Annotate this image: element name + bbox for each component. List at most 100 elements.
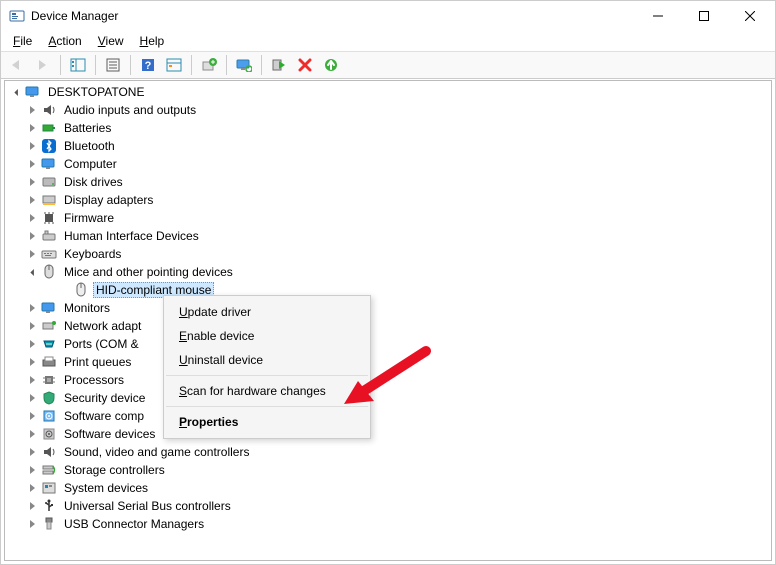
tree-category[interactable]: Human Interface Devices xyxy=(5,227,771,245)
tree-category-label: Audio inputs and outputs xyxy=(61,102,199,118)
chevron-down-icon[interactable] xyxy=(9,85,23,99)
tree-category[interactable]: Print queues xyxy=(5,353,771,371)
tree-root[interactable]: DESKTOPATONE xyxy=(5,83,771,101)
enable-device-button[interactable] xyxy=(267,54,291,76)
device-category-icon xyxy=(41,390,57,406)
toolbar-separator xyxy=(95,55,96,75)
tree-category[interactable]: Display adapters xyxy=(5,191,771,209)
scan-hardware-button[interactable] xyxy=(319,54,343,76)
tree-category-label: USB Connector Managers xyxy=(61,516,207,532)
tree-category[interactable]: Processors xyxy=(5,371,771,389)
tree-category[interactable]: Storage controllers xyxy=(5,461,771,479)
update-driver-button[interactable] xyxy=(197,54,221,76)
close-button[interactable] xyxy=(727,1,773,31)
tree-category[interactable]: Bluetooth xyxy=(5,137,771,155)
chevron-right-icon[interactable] xyxy=(25,409,39,423)
menu-help[interactable]: Help xyxy=(132,32,173,50)
svg-text:?: ? xyxy=(145,60,152,72)
help-button[interactable]: ? xyxy=(136,54,160,76)
tree-category[interactable]: Sound, video and game controllers xyxy=(5,443,771,461)
tree-category[interactable]: Computer xyxy=(5,155,771,173)
device-category-icon xyxy=(41,354,57,370)
tree-root-label: DESKTOPATONE xyxy=(45,84,147,100)
tree-category[interactable]: Ports (COM & xyxy=(5,335,771,353)
chevron-down-icon[interactable] xyxy=(25,265,39,279)
menu-view[interactable]: View xyxy=(90,32,132,50)
device-category-icon xyxy=(41,444,57,460)
tree-category[interactable]: Monitors xyxy=(5,299,771,317)
tree-category[interactable]: Network adapt xyxy=(5,317,771,335)
chevron-right-icon[interactable] xyxy=(25,157,39,171)
tree-category[interactable]: Mice and other pointing devices xyxy=(5,263,771,281)
tree-category[interactable]: USB Connector Managers xyxy=(5,515,771,533)
tree-category[interactable]: Batteries xyxy=(5,119,771,137)
chevron-right-icon[interactable] xyxy=(25,337,39,351)
ctx-scan-hardware[interactable]: Scan for hardware changes xyxy=(165,379,369,403)
chevron-right-icon[interactable] xyxy=(25,445,39,459)
maximize-button[interactable] xyxy=(681,1,727,31)
chevron-right-icon[interactable] xyxy=(25,193,39,207)
chevron-right-icon[interactable] xyxy=(25,319,39,333)
tree-category[interactable]: Software devices xyxy=(5,425,771,443)
chevron-right-icon[interactable] xyxy=(25,373,39,387)
device-category-icon xyxy=(41,300,57,316)
ctx-enable-device[interactable]: Enable device xyxy=(165,324,369,348)
scan-remote-button[interactable] xyxy=(232,54,256,76)
tree-category[interactable]: Firmware xyxy=(5,209,771,227)
tree-category[interactable]: Keyboards xyxy=(5,245,771,263)
forward-button xyxy=(31,54,55,76)
menu-file[interactable]: File xyxy=(5,32,40,50)
tree-category-label: Disk drives xyxy=(61,174,126,190)
chevron-right-icon[interactable] xyxy=(25,427,39,441)
device-category-icon xyxy=(41,372,57,388)
show-hide-tree-button[interactable] xyxy=(66,54,90,76)
device-category-icon xyxy=(41,102,57,118)
device-tree[interactable]: DESKTOPATONE Audio inputs and outputs Bat… xyxy=(5,83,771,533)
tree-category-label: Batteries xyxy=(61,120,114,136)
tree-category[interactable]: Disk drives xyxy=(5,173,771,191)
tree-category[interactable]: Security device xyxy=(5,389,771,407)
chevron-right-icon[interactable] xyxy=(25,463,39,477)
tree-category-label: Ports (COM & xyxy=(61,336,142,352)
tree-category[interactable]: Universal Serial Bus controllers xyxy=(5,497,771,515)
tree-category[interactable]: Software comp xyxy=(5,407,771,425)
device-category-icon xyxy=(41,426,57,442)
chevron-right-icon[interactable] xyxy=(25,517,39,531)
tree-category[interactable]: System devices xyxy=(5,479,771,497)
tree-category-label: Print queues xyxy=(61,354,134,370)
chevron-right-icon[interactable] xyxy=(25,139,39,153)
tree-category[interactable]: Audio inputs and outputs xyxy=(5,101,771,119)
tree-category-label: Processors xyxy=(61,372,127,388)
chevron-right-icon[interactable] xyxy=(25,229,39,243)
menu-action[interactable]: Action xyxy=(40,32,89,50)
chevron-right-icon[interactable] xyxy=(25,391,39,405)
action-pane-button[interactable] xyxy=(162,54,186,76)
tree-category-label: Storage controllers xyxy=(61,462,168,478)
back-button xyxy=(5,54,29,76)
chevron-right-icon[interactable] xyxy=(25,121,39,135)
device-category-icon xyxy=(41,462,57,478)
chevron-right-icon[interactable] xyxy=(25,481,39,495)
minimize-button[interactable] xyxy=(635,1,681,31)
device-category-icon xyxy=(41,138,57,154)
ctx-properties[interactable]: Properties xyxy=(165,410,369,434)
chevron-right-icon[interactable] xyxy=(25,355,39,369)
chevron-right-icon[interactable] xyxy=(25,247,39,261)
chevron-right-icon[interactable] xyxy=(25,103,39,117)
tree-category-label: Firmware xyxy=(61,210,117,226)
chevron-right-icon[interactable] xyxy=(25,301,39,315)
tree-category-label: Mice and other pointing devices xyxy=(61,264,236,280)
properties-button[interactable] xyxy=(101,54,125,76)
tree-category-label: Universal Serial Bus controllers xyxy=(61,498,234,514)
chevron-right-icon[interactable] xyxy=(25,175,39,189)
tree-device[interactable]: HID-compliant mouse xyxy=(5,281,771,299)
device-category-icon xyxy=(41,318,57,334)
ctx-uninstall-device[interactable]: Uninstall device xyxy=(165,348,369,372)
device-tree-panel[interactable]: DESKTOPATONE Audio inputs and outputs Bat… xyxy=(4,80,772,561)
menubar: File Action View Help xyxy=(1,31,775,51)
chevron-right-icon[interactable] xyxy=(25,211,39,225)
uninstall-button[interactable] xyxy=(293,54,317,76)
tree-category-label: Software comp xyxy=(61,408,147,424)
chevron-right-icon[interactable] xyxy=(25,499,39,513)
ctx-update-driver[interactable]: Update driver xyxy=(165,300,369,324)
